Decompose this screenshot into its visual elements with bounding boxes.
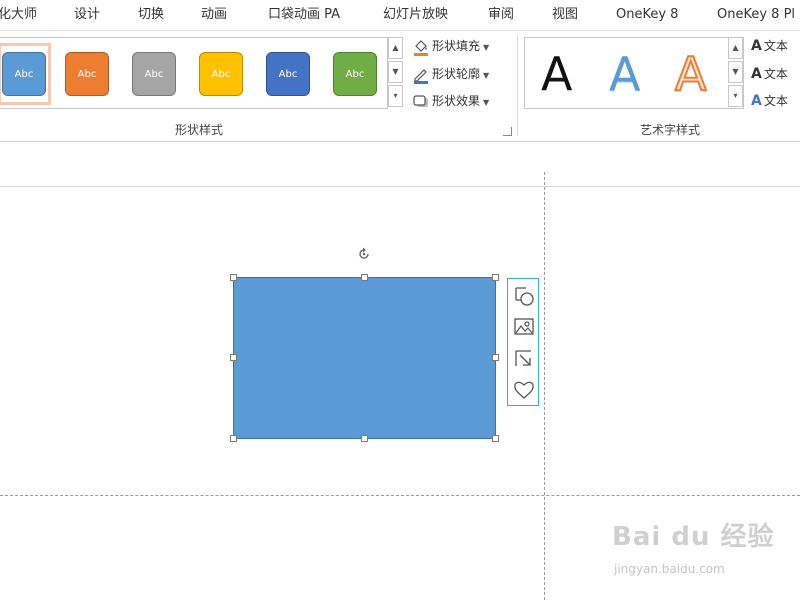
chevron-down-icon: ▼ <box>483 71 490 80</box>
resize-handle-bottom-right[interactable] <box>492 435 499 442</box>
tab-design[interactable]: 设计 <box>74 0 100 30</box>
shape-fill-button[interactable]: 形状填充 ▼ <box>412 35 489 57</box>
selected-rectangle-shape[interactable] <box>233 277 496 439</box>
shape-styles-dialog-launcher-icon[interactable] <box>503 127 512 136</box>
tab-onekey-8[interactable]: OneKey 8 <box>616 0 678 30</box>
chevron-down-icon: ▼ <box>483 43 490 52</box>
text-fill-button[interactable]: A 文本 <box>751 35 788 57</box>
wordart-style-blue[interactable]: A <box>609 48 640 100</box>
gallery-scroll-down-button[interactable]: ▼ <box>388 61 403 83</box>
ruler-strip <box>0 142 800 187</box>
text-effects-button[interactable]: A 文本 <box>751 90 788 112</box>
shape-styles-group-label: 形状样式 <box>175 123 224 137</box>
tab-slide-show[interactable]: 幻灯片放映 <box>383 0 448 30</box>
shape-outline-button[interactable]: 形状轮廓 ▼ <box>412 63 489 85</box>
swatch-label: Abc <box>278 68 298 80</box>
rotate-handle-icon[interactable] <box>356 246 372 262</box>
swatch-label: Abc <box>14 68 34 80</box>
text-fill-icon: A <box>751 38 762 54</box>
text-effects-label: 文本 <box>763 94 788 108</box>
shape-style-swatch-orange[interactable]: Abc <box>65 52 109 96</box>
wordart-more-button[interactable]: ▾ <box>728 85 743 107</box>
tab-beautify-master[interactable]: 化大师 <box>0 0 37 30</box>
resize-handle-top[interactable] <box>361 274 368 281</box>
wordart-style-black[interactable]: A <box>541 48 572 100</box>
text-outline-icon: A <box>751 66 762 82</box>
horizontal-guide-line[interactable] <box>0 495 800 496</box>
shape-outline-label: 形状轮廓 <box>432 67 481 81</box>
heart-icon[interactable] <box>513 379 535 401</box>
wordart-scroll-down-button[interactable]: ▼ <box>728 61 743 83</box>
text-outline-label: 文本 <box>763 67 788 81</box>
shape-effects-button[interactable]: 形状效果 ▼ <box>412 90 489 112</box>
wordart-scroll-up-button[interactable]: ▲ <box>728 37 743 59</box>
text-fill-label: 文本 <box>763 39 788 53</box>
ribbon-panel: Abc Abc Abc Abc Abc Abc ▲ ▼ ▾ 形状填充 ▼ 形状轮廓… <box>0 31 800 142</box>
resize-handle-right[interactable] <box>492 354 499 361</box>
resize-icon[interactable] <box>513 348 535 370</box>
resize-handle-bottom[interactable] <box>361 435 368 442</box>
wordart-style-gallery: A A A <box>524 37 744 109</box>
shape-fill-label: 形状填充 <box>432 39 481 53</box>
gallery-scroll-up-button[interactable]: ▲ <box>388 37 403 59</box>
shape-style-swatch-gold[interactable]: Abc <box>199 52 243 96</box>
tab-animations[interactable]: 动画 <box>201 0 227 30</box>
shape-style-gallery: Abc Abc Abc Abc Abc Abc <box>0 37 388 109</box>
shape-style-swatch-green[interactable]: Abc <box>333 52 377 96</box>
tab-view[interactable]: 视图 <box>552 0 578 30</box>
shape-quick-toolbar <box>507 278 539 406</box>
resize-handle-bottom-left[interactable] <box>230 435 237 442</box>
paint-bucket-icon <box>412 38 430 56</box>
ribbon-tab-bar: 化大师 设计 切换 动画 口袋动画 PA 幻灯片放映 审阅 视图 OneKey … <box>0 0 800 31</box>
group-divider <box>517 35 518 135</box>
vertical-guide-line[interactable] <box>544 172 545 600</box>
shape-style-swatch-blue[interactable]: Abc <box>2 52 46 96</box>
wordart-styles-group-label: 艺术字样式 <box>640 123 701 137</box>
chevron-down-icon: ▼ <box>483 98 490 107</box>
tab-review[interactable]: 审阅 <box>488 0 514 30</box>
tab-pocket-animation[interactable]: 口袋动画 PA <box>268 0 340 30</box>
shape-effects-label: 形状效果 <box>432 94 481 108</box>
swatch-label: Abc <box>144 68 164 80</box>
text-outline-button[interactable]: A 文本 <box>751 63 788 85</box>
picture-icon[interactable] <box>513 316 535 338</box>
resize-handle-top-right[interactable] <box>492 274 499 281</box>
swatch-label: Abc <box>211 68 231 80</box>
wordart-style-orange-outline[interactable]: A <box>674 47 707 101</box>
swatch-label: Abc <box>77 68 97 80</box>
gallery-more-button[interactable]: ▾ <box>388 85 403 107</box>
shape-effects-icon <box>412 93 430 111</box>
pen-outline-icon <box>412 66 430 84</box>
swatch-label: Abc <box>345 68 365 80</box>
resize-handle-top-left[interactable] <box>230 274 237 281</box>
shape-style-swatch-gray[interactable]: Abc <box>132 52 176 96</box>
tab-onekey-8-plus[interactable]: OneKey 8 Pl <box>717 0 795 30</box>
text-effects-icon: A <box>751 93 762 109</box>
tab-transitions[interactable]: 切换 <box>138 0 164 30</box>
resize-handle-left[interactable] <box>230 354 237 361</box>
layout-options-icon[interactable] <box>513 285 535 307</box>
shape-style-swatch-dark-blue[interactable]: Abc <box>266 52 310 96</box>
